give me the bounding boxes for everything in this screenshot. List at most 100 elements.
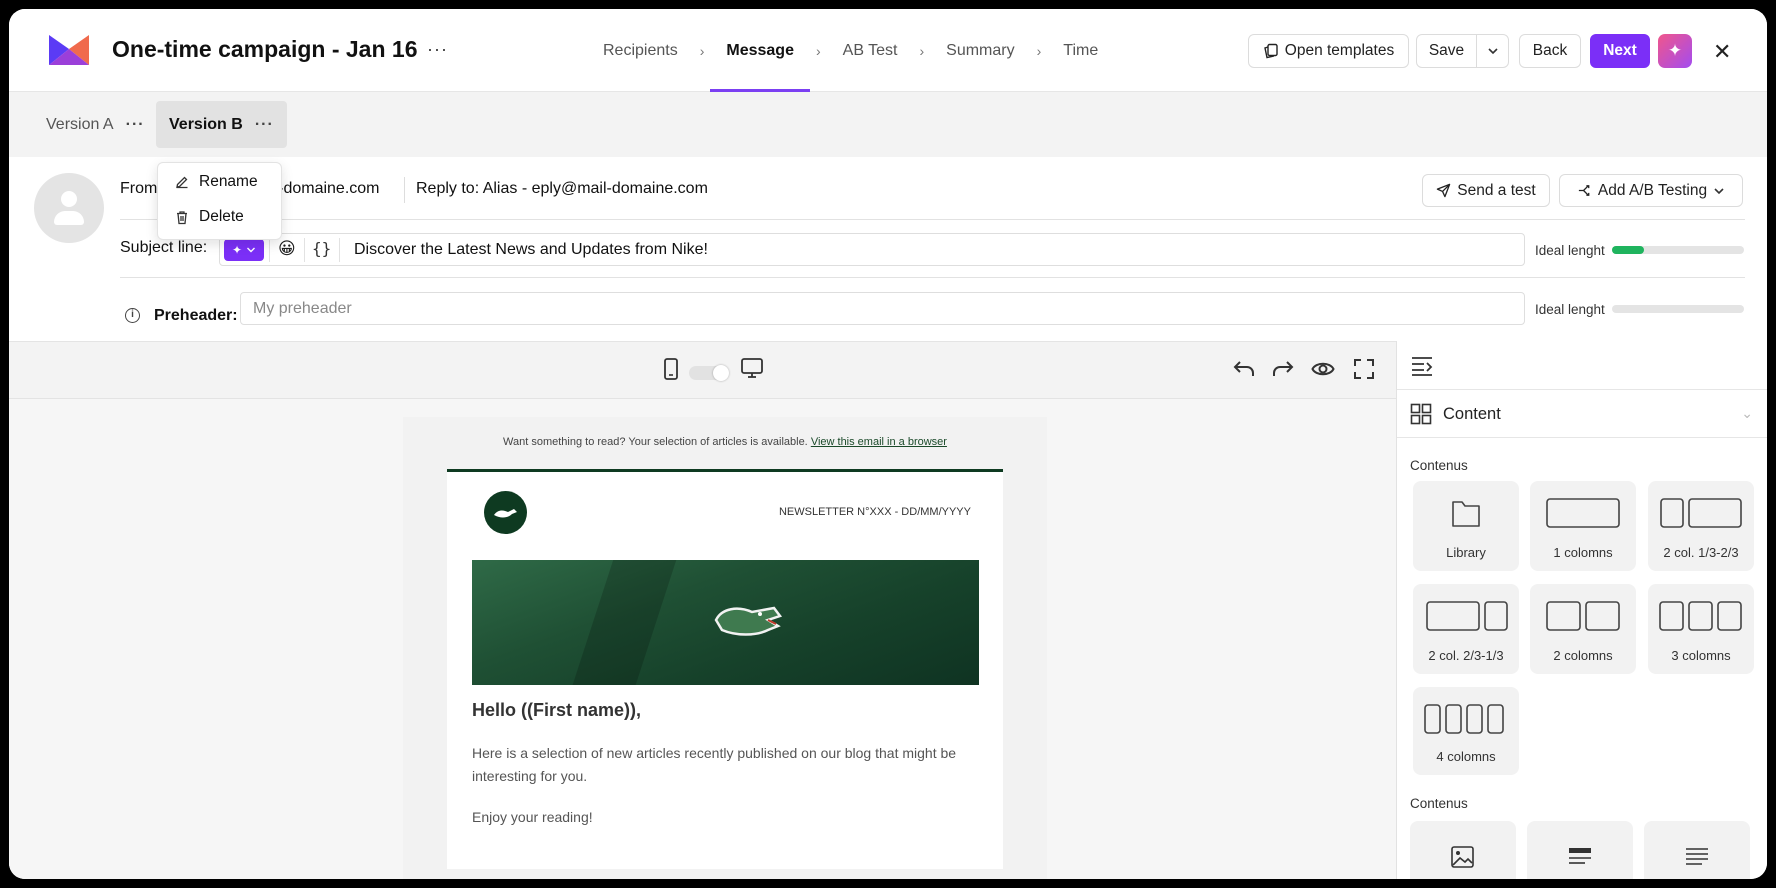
split-icon [1578,185,1590,196]
preheader-field[interactable] [240,292,1525,325]
chevron-down-icon [1487,48,1498,55]
personalization-icon[interactable]: {} [312,239,331,258]
undo-icon[interactable] [1232,358,1256,380]
ai-sparkle-button[interactable]: ✦ [1658,34,1692,68]
from-label: From [120,180,158,197]
ai-suggest-button[interactable]: ✦ [224,239,264,261]
chevron-down-icon: ⌄ [1741,405,1753,421]
tab-version-a[interactable]: Version A ··· [33,101,158,148]
add-ab-testing-label: Add A/B Testing [1597,181,1708,199]
two-col-1-3-icon [1660,498,1742,528]
tile-title[interactable] [1527,821,1633,879]
tile-two-col-1-3[interactable]: 2 col. 1/3-2/3 [1648,481,1754,571]
more-icon[interactable]: ··· [255,116,274,134]
email-greeting: Hello ((First name)), [472,700,642,720]
panel-toggle-icon[interactable] [1410,355,1434,377]
view-in-browser-link[interactable]: View this email in a browser [811,436,947,448]
emoji-icon[interactable]: 😀 [278,239,296,259]
tile-two-col-2-3[interactable]: 2 col. 2/3-1/3 [1413,584,1519,674]
top-bar: One-time campaign - Jan 16 ··· Recipient… [9,9,1767,92]
preheader-label: Preheader: [154,307,238,324]
title-icon [1569,848,1591,864]
trash-icon [177,210,187,224]
campaign-more-icon[interactable]: ··· [427,39,448,60]
send-test-label: Send a test [1457,181,1536,199]
email-closing: Enjoy your reading! [472,809,593,825]
step-time[interactable]: Time [1059,9,1102,92]
more-icon[interactable]: ··· [126,116,145,134]
subject-length-fill [1612,246,1644,254]
rename-label: Rename [199,173,258,190]
subject-label: Subject line: [120,239,208,256]
three-column-icon [1659,601,1742,631]
section-label-contenus: Contenus [1410,458,1468,473]
content-section-header[interactable]: Content ⌄ [1397,390,1767,438]
email-editor: Want something to read? Your selection o… [9,341,1396,879]
redo-icon[interactable] [1271,358,1295,380]
hero-image [472,560,979,685]
tile-four-columns[interactable]: 4 colomns [1413,687,1519,775]
fullscreen-icon[interactable] [1353,358,1375,380]
subject-input[interactable]: Discover the Latest News and Updates fro… [354,241,708,259]
preheader-length-meter [1612,305,1744,313]
tile-two-col-2-3-label: 2 col. 2/3-1/3 [1428,648,1504,663]
close-icon[interactable]: ✕ [1713,39,1731,65]
next-button[interactable]: Next [1590,34,1650,68]
back-button[interactable]: Back [1519,34,1581,68]
chevron-down-icon [247,247,256,253]
delete-label: Delete [199,208,244,225]
step-ab-test[interactable]: AB Test [839,9,902,92]
pencil-icon [176,176,188,189]
send-icon [1437,183,1451,198]
info-icon[interactable]: i [125,308,140,323]
subject-field[interactable]: ✦ 😀 {} Discover the Latest News and Upda… [219,233,1525,266]
tile-text[interactable] [1644,821,1750,879]
save-button[interactable]: Save [1416,34,1477,68]
send-test-button[interactable]: Send a test [1422,174,1550,207]
avatar [34,173,104,243]
version-options-menu: Rename Delete [157,162,282,240]
reply-to[interactable]: Reply to: Alias - eply@mail-domaine.com [416,180,708,198]
campaign-title: One-time campaign - Jan 16 [112,36,418,62]
step-message[interactable]: Message [710,9,810,92]
wizard-steps: Recipients › Message › AB Test › Summary… [599,9,1102,92]
tile-two-columns[interactable]: 2 colomns [1530,584,1636,674]
email-canvas: Want something to read? Your selection o… [9,399,1396,879]
preheader-input[interactable] [241,293,1524,324]
subject-length-meter [1612,246,1744,254]
add-ab-testing-button[interactable]: Add A/B Testing [1559,174,1743,207]
step-recipients[interactable]: Recipients [599,9,682,92]
tile-three-columns[interactable]: 3 colomns [1648,584,1754,674]
step-summary[interactable]: Summary [942,9,1018,92]
text-icon [1686,848,1708,865]
preheader-ideal-length-label: Ideal lenght [1535,302,1605,317]
tile-library[interactable]: Library [1413,481,1519,571]
device-toggle[interactable] [689,365,729,381]
one-column-icon [1546,498,1620,528]
menu-item-delete[interactable]: Delete [175,208,244,226]
chevron-right-icon: › [815,42,821,59]
mobile-icon[interactable] [663,357,679,381]
two-column-icon [1546,601,1620,631]
email-preheader: Want something to read? Your selection o… [403,436,1047,448]
desktop-icon[interactable] [740,356,764,380]
tile-image[interactable] [1410,821,1516,879]
campaign-editor-window: One-time campaign - Jan 16 ··· Recipient… [9,9,1767,879]
content-panel: Content ⌄ Contenus Library 1 colomns 2 c… [1396,341,1767,879]
open-templates-label: Open templates [1284,42,1395,59]
open-templates-button[interactable]: Open templates [1248,34,1409,68]
two-col-2-3-icon [1426,601,1508,631]
tab-version-b[interactable]: Version B ··· [156,101,287,148]
preview-eye-icon[interactable] [1311,358,1335,380]
save-options-button[interactable] [1476,34,1509,68]
tile-library-label: Library [1446,545,1486,560]
subject-ideal-length-label: Ideal lenght [1535,243,1605,258]
from-address[interactable]: il-domaine.com [271,180,379,198]
section-label-contenus-2: Contenus [1410,796,1468,811]
menu-item-rename[interactable]: Rename [175,173,258,191]
email-content-block[interactable]: NEWSLETTER N°XXX - DD/MM/YYYY Hello ((Fi… [447,469,1003,869]
chevron-right-icon: › [919,42,925,59]
tile-one-column[interactable]: 1 colomns [1530,481,1636,571]
four-column-icon [1424,704,1504,734]
tile-two-columns-label: 2 colomns [1553,648,1613,663]
